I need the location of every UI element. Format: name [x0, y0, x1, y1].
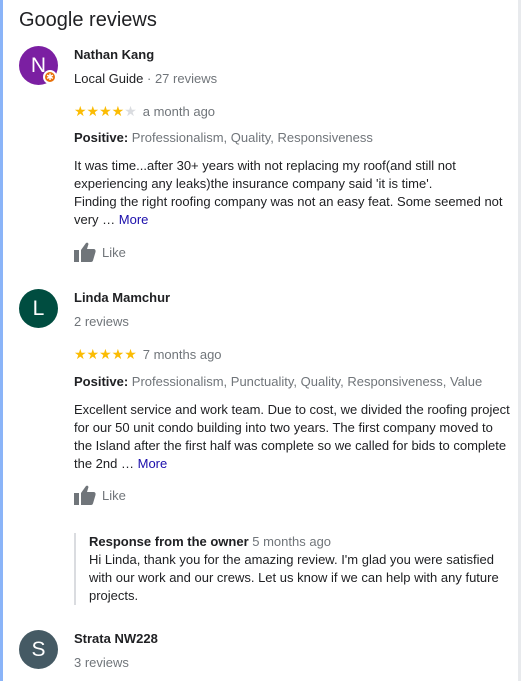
reviewer-name[interactable]: Linda Mamchur — [74, 290, 170, 305]
page-title: Google reviews — [19, 9, 157, 31]
stars-empty: ★ — [124, 103, 137, 119]
more-link[interactable]: More — [119, 212, 149, 227]
owner-response-label: Response from the owner — [89, 534, 249, 549]
review-count: 2 reviews — [74, 314, 129, 329]
review-card: S Strata NW228 3 reviews — [19, 630, 514, 681]
like-button[interactable]: Like — [74, 242, 126, 262]
attributes-label: Positive: — [74, 374, 129, 389]
attributes-values: Professionalism, Quality, Responsiveness — [128, 130, 373, 145]
local-guide-label: Local Guide — [74, 71, 144, 86]
rating-row: ★★★★★ a month ago — [74, 103, 215, 120]
avatar[interactable]: S — [19, 630, 58, 669]
local-guide-badge-icon: ✱ — [43, 70, 57, 84]
reviewer-name[interactable]: Strata NW228 — [74, 631, 158, 646]
avatar[interactable]: L — [19, 289, 58, 328]
review-text: It was time...after 30+ years with not r… — [74, 157, 514, 229]
avatar-letter: S — [31, 637, 46, 661]
owner-response-header: Response from the owner 5 months ago — [89, 533, 514, 551]
stars-filled: ★★★★ — [74, 103, 125, 119]
rating-row: ★★★★★ 7 months ago — [74, 346, 222, 363]
reviewer-name[interactable]: Nathan Kang — [74, 47, 154, 62]
thumbs-up-icon — [74, 242, 96, 262]
owner-response-text: Hi Linda, thank you for the amazing revi… — [89, 552, 499, 603]
review-time: a month ago — [142, 104, 216, 119]
review-time: 7 months ago — [142, 347, 222, 362]
review-card: N ✱ Nathan Kang Local Guide · 27 reviews… — [19, 46, 514, 276]
left-accent-bar — [0, 0, 3, 681]
owner-response: Response from the owner 5 months ago Hi … — [74, 533, 514, 605]
review-card: L Linda Mamchur 2 reviews ★★★★★ 7 months … — [19, 289, 514, 614]
owner-response-time: 5 months ago — [248, 534, 332, 549]
review-attributes: Positive: Professionalism, Punctuality, … — [74, 374, 482, 389]
like-button[interactable]: Like — [74, 485, 126, 505]
review-attributes: Positive: Professionalism, Quality, Resp… — [74, 130, 373, 145]
review-count: 3 reviews — [74, 655, 129, 670]
review-text: Excellent service and work team. Due to … — [74, 401, 514, 473]
stars-filled: ★★★★★ — [74, 346, 137, 362]
star-rating: ★★★★★ — [74, 346, 137, 362]
review-count: · 27 reviews — [143, 71, 218, 86]
like-label: Like — [102, 487, 126, 503]
reviewer-meta: Local Guide · 27 reviews — [74, 71, 217, 86]
attributes-label: Positive: — [74, 130, 129, 145]
avatar-letter: L — [32, 296, 45, 320]
like-label: Like — [102, 244, 126, 260]
more-link[interactable]: More — [138, 456, 168, 471]
thumbs-up-icon — [74, 485, 96, 505]
attributes-values: Professionalism, Punctuality, Quality, R… — [128, 374, 483, 389]
star-rating: ★★★★★ — [74, 103, 137, 119]
